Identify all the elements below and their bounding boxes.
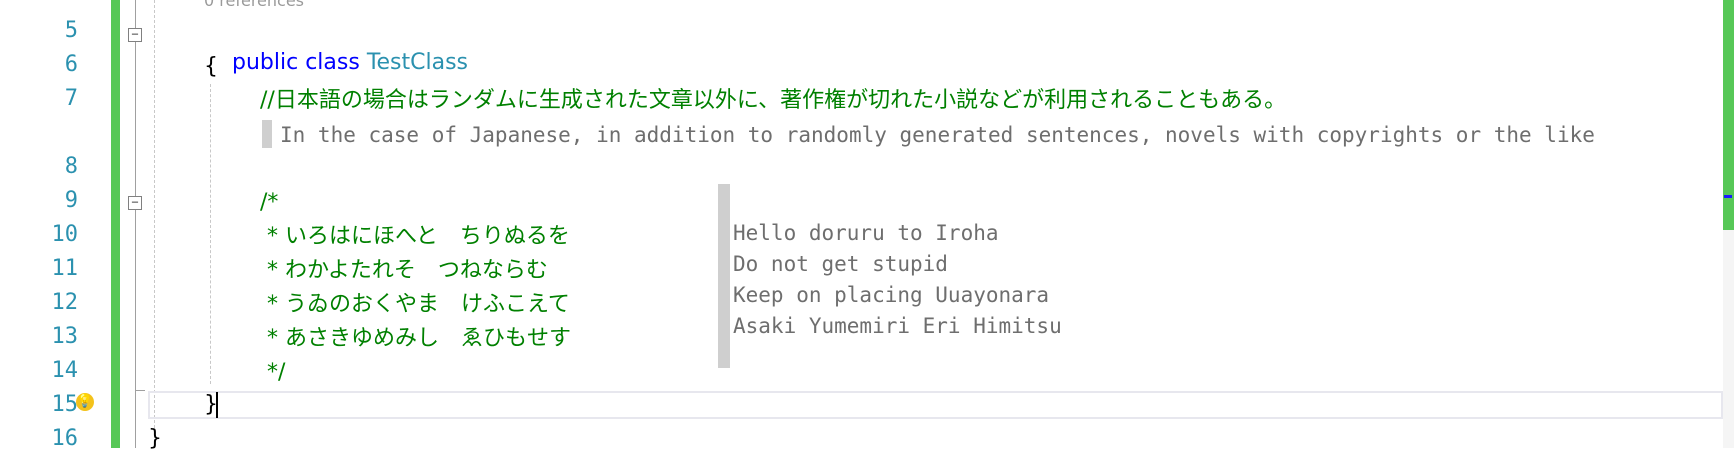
- indent-guide: [210, 84, 211, 384]
- translation-adornment-line: Asaki Yumemiri Eri Himitsu: [733, 314, 1062, 338]
- adornment-marker: [718, 184, 730, 368]
- line-number: 8: [64, 154, 78, 179]
- code-editor[interactable]: 5 6 7 8 9 10 11 12 13 14 15 16 💡 − − 0 r…: [0, 0, 1734, 451]
- outline-line: [135, 0, 136, 420]
- line-number: 7: [64, 86, 78, 111]
- line-number: 13: [51, 324, 79, 349]
- collapse-icon[interactable]: −: [128, 28, 142, 42]
- code-line-16[interactable]: }: [148, 424, 162, 454]
- class-name: TestClass: [366, 50, 469, 75]
- code-line-14[interactable]: */: [260, 358, 285, 388]
- code-line-6[interactable]: {: [204, 52, 218, 82]
- line-number: 11: [51, 256, 79, 281]
- keyword-public: public: [231, 50, 299, 75]
- codelens-references[interactable]: 0 references: [204, 0, 304, 10]
- outline-line: [135, 420, 136, 448]
- translation-adornment-line: Hello doruru to Iroha: [733, 221, 999, 245]
- translation-adornment-line: Keep on placing Uuayonara: [733, 283, 1050, 307]
- line-number: 15: [51, 392, 79, 417]
- translation-adornment-line: Do not get stupid: [733, 252, 948, 276]
- code-line-11[interactable]: * わかよたれそ つねならむ: [260, 256, 548, 286]
- code-line-9[interactable]: /*: [260, 188, 278, 218]
- text-caret: [216, 392, 218, 418]
- line-number: 16: [51, 426, 79, 451]
- current-line-highlight: [148, 391, 1723, 419]
- indent-guide: [154, 0, 155, 448]
- line-number: 5: [64, 18, 78, 43]
- line-number: 9: [64, 188, 78, 213]
- line-number: 10: [51, 222, 79, 247]
- adornment-marker: [262, 120, 272, 148]
- line-number: 6: [64, 52, 78, 77]
- translation-adornment: In the case of Japanese, in addition to …: [280, 123, 1595, 147]
- scrollbar-caret-marker: [1724, 195, 1732, 198]
- keyword-class: class: [305, 50, 360, 75]
- collapse-icon[interactable]: −: [128, 196, 142, 210]
- scrollbar-map-lower[interactable]: [1723, 230, 1734, 448]
- line-number: 12: [51, 290, 79, 315]
- code-line-10[interactable]: * いろはにほへと ちりぬるを: [260, 222, 570, 252]
- change-tracking-bar: [111, 0, 120, 448]
- outline-end-tick: [135, 390, 145, 391]
- code-line-13[interactable]: * あさきゆめみし ゑひもせす: [260, 324, 571, 354]
- lightbulb-icon[interactable]: 💡: [76, 393, 94, 411]
- line-number: 14: [51, 358, 79, 383]
- code-line-12[interactable]: * うゐのおくやま けふこえて: [260, 290, 570, 320]
- code-line-7-comment[interactable]: //日本語の場合はランダムに生成された文章以外に、著作権が切れた小説などが利用さ…: [260, 86, 1286, 116]
